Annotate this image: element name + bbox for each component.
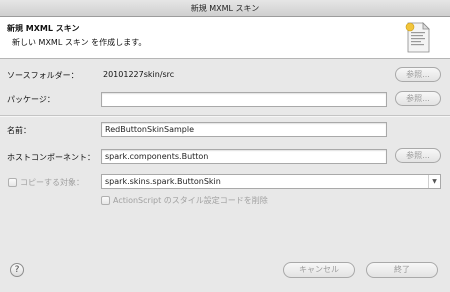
finish-button[interactable]: 終了 (366, 262, 438, 278)
header-title: 新規 MXML スキン (7, 24, 80, 33)
help-icon[interactable]: ? (10, 263, 24, 277)
copy-target-select[interactable]: spark.skins.spark.ButtonSkin ▼ (101, 174, 441, 189)
cancel-button[interactable]: キャンセル (283, 262, 355, 278)
dialog-window: 新規 MXML スキン 新規 MXML スキン 新しい MXML スキン を作成… (0, 0, 450, 292)
copy-target-label: コピーする対象： (20, 178, 84, 187)
remove-style-checkbox[interactable] (101, 196, 110, 205)
name-input[interactable]: RedButtonSkinSample (101, 122, 387, 137)
window-title-bar: 新規 MXML スキン (0, 0, 450, 17)
dropdown-arrow-icon[interactable]: ▼ (428, 175, 440, 188)
copy-target-selected-value: spark.skins.spark.ButtonSkin (105, 177, 221, 186)
package-browse-button[interactable]: 参照... (395, 91, 441, 106)
window-title: 新規 MXML スキン (190, 4, 260, 13)
package-label: パッケージ： (7, 95, 55, 104)
copy-target-checkbox[interactable] (8, 178, 17, 187)
new-file-wizard-icon (405, 22, 430, 53)
host-component-browse-button[interactable]: 参照... (395, 148, 441, 163)
source-folder-value: 20101227skin/src (103, 70, 175, 79)
header-description: 新しい MXML スキン を作成します。 (12, 38, 147, 47)
separator-highlight (0, 116, 450, 117)
host-component-label: ホストコンポーネント： (7, 153, 95, 162)
wizard-header: 新規 MXML スキン 新しい MXML スキン を作成します。 (0, 17, 450, 59)
name-label: 名前： (7, 126, 31, 135)
remove-style-label: ActionScript のスタイル設定コードを削除 (113, 196, 268, 205)
host-component-input[interactable]: spark.components.Button (101, 149, 387, 164)
source-folder-label: ソースフォルダー： (7, 71, 79, 80)
package-input[interactable] (101, 92, 387, 107)
source-folder-browse-button[interactable]: 参照... (395, 67, 441, 82)
